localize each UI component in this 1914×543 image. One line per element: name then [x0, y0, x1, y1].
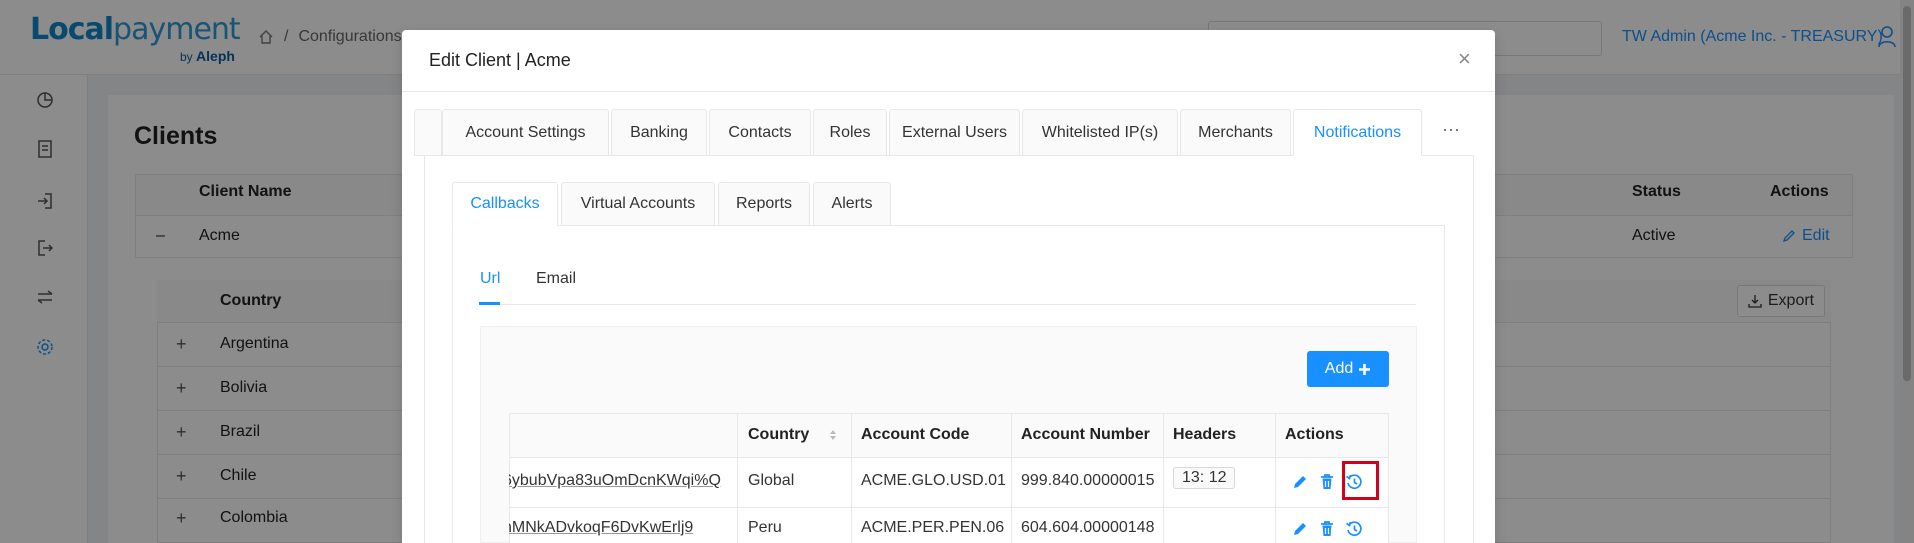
column-divider	[1275, 413, 1276, 543]
tab-merchants[interactable]: Merchants	[1180, 109, 1291, 156]
close-icon[interactable]: ×	[1458, 48, 1471, 70]
highlight-box	[1342, 461, 1379, 500]
tab-reports[interactable]: Reports	[718, 182, 810, 226]
callbacks-table: Country Account Code Account Number Head…	[509, 413, 1389, 543]
account-number-cell: 999.840.00000015	[1021, 472, 1155, 489]
tab-scroll-left[interactable]	[414, 109, 442, 156]
history-icon[interactable]	[1345, 520, 1363, 538]
tab-contacts[interactable]: Contacts	[709, 109, 811, 156]
account-code-cell: ACME.PER.PEN.06	[861, 519, 1005, 536]
plus-icon	[1359, 363, 1371, 375]
col-headers: Headers	[1173, 426, 1237, 443]
account-code-cell: ACME.GLO.USD.01	[861, 472, 1006, 489]
col-country[interactable]: Country	[748, 426, 809, 444]
main-tabs: Account Settings Banking Contacts Roles …	[414, 109, 1474, 185]
column-divider	[851, 413, 852, 543]
active-tab-indicator	[479, 302, 500, 305]
tab-email[interactable]: Email	[536, 270, 576, 288]
col-account-number: Account Number	[1021, 426, 1150, 443]
tab-alerts[interactable]: Alerts	[813, 182, 891, 226]
country-cell: Peru	[748, 519, 782, 536]
edit-icon[interactable]	[1291, 520, 1309, 538]
tab-roles[interactable]: Roles	[813, 109, 887, 156]
account-number-cell: 604.604.00000148	[1021, 519, 1155, 536]
tab-external-users[interactable]: External Users	[889, 109, 1020, 156]
add-button[interactable]: Add	[1307, 351, 1389, 387]
column-divider	[737, 413, 738, 543]
edit-icon[interactable]	[1291, 473, 1309, 491]
tab-callbacks[interactable]: Callbacks	[452, 182, 558, 226]
delete-icon[interactable]	[1318, 473, 1336, 491]
line-tabs-divider	[479, 304, 1416, 305]
modal-title: Edit Client | Acme	[429, 50, 571, 70]
modal-header: Edit Client | Acme ×	[402, 30, 1495, 92]
col-actions: Actions	[1285, 426, 1344, 443]
callback-url[interactable]: nMNkADvkoqF6DvKwErlj9	[509, 519, 693, 537]
headers-badge[interactable]: 13: 12	[1173, 467, 1236, 489]
country-cell: Global	[748, 472, 795, 489]
tab-account-settings[interactable]: Account Settings	[442, 109, 609, 156]
column-divider	[1011, 413, 1012, 543]
tab-whitelisted-ips[interactable]: Whitelisted IP(s)	[1022, 109, 1178, 156]
tab-virtual-accounts[interactable]: Virtual Accounts	[561, 182, 715, 226]
tab-url[interactable]: Url	[480, 270, 500, 288]
column-divider	[1163, 413, 1164, 543]
tab-banking[interactable]: Banking	[611, 109, 707, 156]
callback-url[interactable]: 6ybubVpa83uOmDcnKWqi%Q	[509, 472, 721, 490]
add-label: Add	[1324, 360, 1354, 377]
col-account-code: Account Code	[861, 426, 970, 443]
sort-icon[interactable]	[829, 427, 837, 443]
tab-notifications[interactable]: Notifications	[1293, 109, 1422, 156]
delete-icon[interactable]	[1318, 520, 1336, 538]
more-tabs-button[interactable]: ···	[1442, 119, 1460, 140]
